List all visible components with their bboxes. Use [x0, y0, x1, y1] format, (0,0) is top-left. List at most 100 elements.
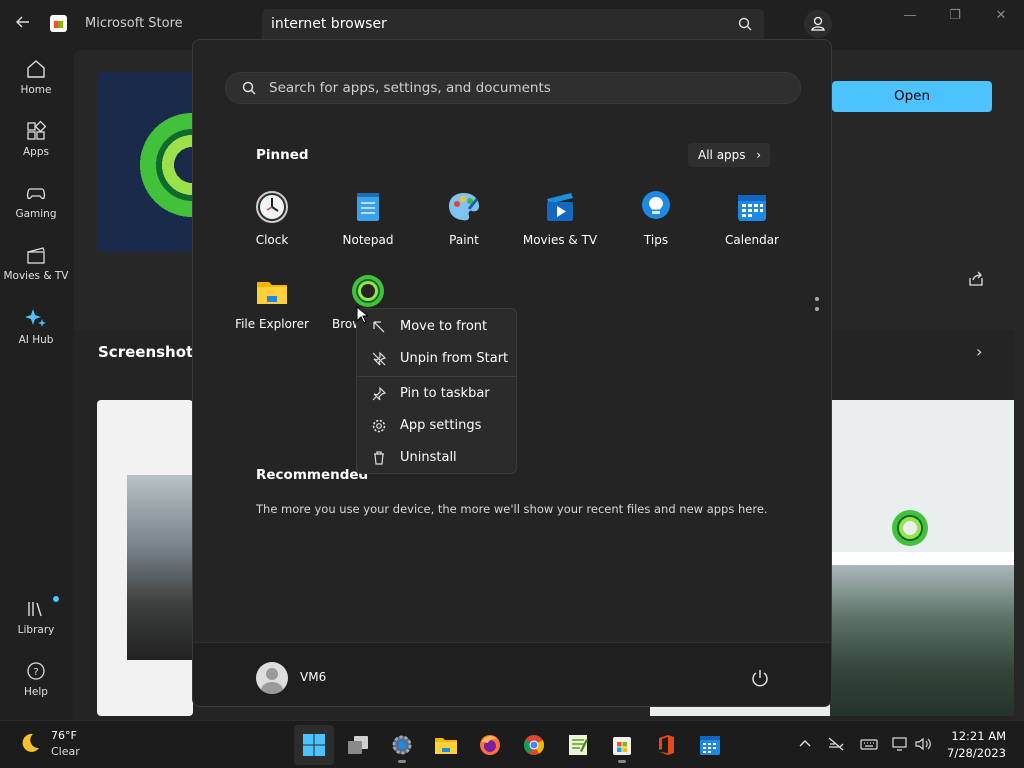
nav-item-gaming[interactable]: Gaming: [0, 182, 72, 238]
menu-item-unpin-from-start[interactable]: Unpin from Start: [357, 344, 518, 374]
taskbar-notepad-plus[interactable]: [558, 725, 598, 765]
screenshot-thumbnail[interactable]: [97, 400, 193, 716]
nav-item-library[interactable]: Library: [0, 596, 72, 654]
minimize-button[interactable]: —: [895, 6, 925, 26]
taskbar-chrome[interactable]: [514, 725, 554, 765]
all-apps-button[interactable]: All apps ›: [688, 143, 770, 167]
nav-item-help[interactable]: ? Help: [0, 660, 72, 716]
back-button[interactable]: [12, 14, 34, 34]
power-icon[interactable]: [749, 667, 771, 689]
user-name[interactable]: VM6: [300, 670, 326, 684]
pinned-page-indicator[interactable]: [815, 297, 819, 317]
context-menu: Move to front Unpin from Start Pin to ta…: [356, 308, 517, 474]
pinned-heading: Pinned: [256, 147, 309, 163]
menu-item-app-settings[interactable]: App settings: [357, 411, 518, 441]
screenshots-heading: Screenshots: [98, 343, 203, 361]
pinned-app-label: Paint: [449, 233, 479, 247]
pinned-app-tips[interactable]: Tips: [608, 190, 704, 260]
taskbar-store[interactable]: [602, 725, 642, 765]
taskbar-office[interactable]: [646, 725, 686, 765]
pinned-app-calendar[interactable]: Calendar: [704, 190, 800, 260]
open-button[interactable]: Open: [832, 81, 992, 112]
start-icon: [303, 734, 325, 756]
pin-icon: [372, 386, 387, 401]
volume-icon[interactable]: [914, 735, 932, 753]
nav-item-apps[interactable]: Apps: [0, 120, 72, 176]
nav-label: Library: [17, 624, 55, 636]
notepad-icon: [357, 193, 379, 221]
running-indicator: [618, 760, 626, 763]
keyboard-icon[interactable]: [860, 735, 878, 753]
move-to-front-icon: [373, 321, 385, 333]
share-icon[interactable]: [967, 270, 985, 288]
mouse-cursor-icon: [356, 306, 368, 324]
trash-icon: [374, 451, 384, 465]
display-icon[interactable]: [891, 735, 909, 753]
recommended-empty-text: The more you use your device, the more w…: [256, 502, 768, 516]
moon-icon[interactable]: [18, 731, 42, 755]
close-button[interactable]: ✕: [986, 6, 1016, 26]
pinned-app-label: Tips: [643, 233, 669, 247]
chevron-up-icon[interactable]: [796, 735, 814, 753]
account-button[interactable]: [804, 10, 832, 38]
pinned-app-label: Clock: [255, 233, 289, 247]
nav-label: Gaming: [15, 208, 57, 220]
firefox-icon: [480, 735, 500, 755]
taskbar: 76°F Clear 12:21 AM 7/28/2023: [0, 720, 1024, 768]
network-disconnected-icon[interactable]: [827, 735, 845, 753]
taskbar-start-button[interactable]: [294, 725, 334, 765]
taskbar-calendar[interactable]: [690, 725, 730, 765]
pinned-app-label: Movies & TV: [522, 233, 598, 247]
taskbar-task-view[interactable]: [338, 725, 378, 765]
taskbar-firefox[interactable]: [470, 725, 510, 765]
menu-item-label: Move to front: [400, 319, 488, 334]
taskbar-file-explorer[interactable]: [426, 725, 466, 765]
file-explorer-icon: [435, 738, 457, 754]
store-title: Microsoft Store: [85, 16, 183, 31]
search-icon[interactable]: [736, 15, 754, 33]
screenshot-image: [830, 565, 1014, 716]
nav-label: Home: [20, 84, 52, 96]
pinned-app-movies-tv[interactable]: Movies & TV: [512, 190, 608, 260]
start-menu-footer: VM6: [193, 642, 831, 706]
weather-condition[interactable]: Clear: [51, 745, 80, 758]
avatar[interactable]: [256, 662, 288, 694]
store-search-box[interactable]: internet browser: [262, 9, 764, 41]
weather-temperature[interactable]: 76°F: [51, 729, 77, 742]
menu-separator: [357, 376, 516, 377]
pinned-app-file-explorer[interactable]: File Explorer: [224, 274, 320, 344]
tips-icon: [642, 191, 670, 219]
restore-button[interactable]: ❐: [940, 6, 970, 26]
store-search-input[interactable]: internet browser: [271, 16, 387, 32]
chevron-right-icon: ›: [756, 148, 761, 162]
nav-item-movies[interactable]: Movies & TV: [0, 244, 72, 300]
chevron-right-icon[interactable]: ›: [976, 342, 982, 361]
nav-item-ai-hub[interactable]: AI Hub: [0, 306, 72, 362]
nav-item-home[interactable]: Home: [0, 58, 72, 114]
help-icon: ?: [27, 662, 45, 680]
menu-item-uninstall[interactable]: Uninstall: [357, 443, 518, 473]
nav-label: AI Hub: [18, 334, 54, 346]
menu-item-pin-to-taskbar[interactable]: Pin to taskbar: [357, 379, 518, 409]
menu-item-move-to-front[interactable]: Move to front: [357, 312, 518, 342]
nav-label: Movies & TV: [3, 270, 69, 282]
clock-date[interactable]: 7/28/2023: [940, 746, 1006, 760]
clock-icon: [256, 191, 288, 223]
pinned-app-label: Notepad: [342, 233, 394, 247]
pinned-app-label: File Explorer: [235, 317, 309, 331]
ai-hub-icon: [25, 309, 46, 327]
pinned-app-paint[interactable]: Paint: [416, 190, 512, 260]
notepad-plus-icon: [569, 735, 588, 755]
movies-tv-icon: [547, 193, 573, 221]
pinned-app-clock[interactable]: Clock: [224, 190, 320, 260]
calendar-icon: [700, 736, 720, 755]
taskbar-settings[interactable]: [382, 725, 422, 765]
start-search-box[interactable]: Search for apps, settings, and documents: [225, 72, 801, 104]
menu-item-label: Uninstall: [400, 450, 457, 465]
start-search-input[interactable]: Search for apps, settings, and documents: [269, 80, 551, 96]
pinned-app-notepad[interactable]: Notepad: [320, 190, 416, 260]
unpin-icon: [372, 351, 387, 366]
notification-dot: [53, 596, 59, 602]
clock-time[interactable]: 12:21 AM: [946, 729, 1006, 743]
svg-text:?: ?: [33, 667, 38, 678]
